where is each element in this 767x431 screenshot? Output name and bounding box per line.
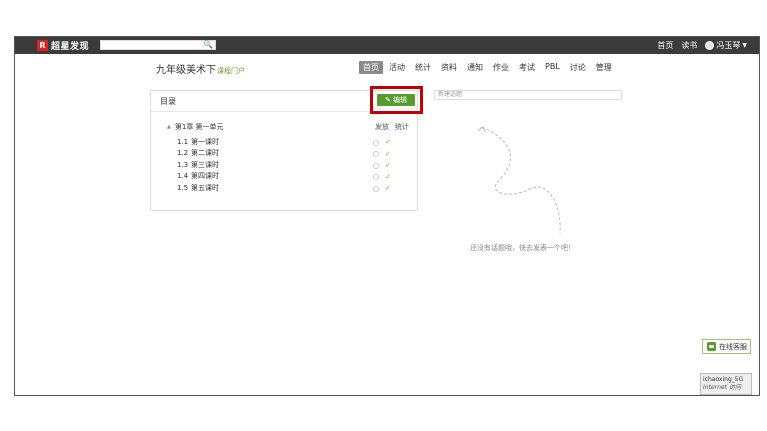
tab-exams[interactable]: 考试 — [515, 61, 539, 74]
list-item[interactable]: 1.1 第一课时 — [177, 136, 219, 148]
list-item[interactable]: 1.5 第五课时 — [177, 182, 219, 194]
tab-materials[interactable]: 资料 — [437, 61, 461, 74]
new-topic-input[interactable]: 新建话题 — [434, 90, 622, 100]
printer-icon — [707, 342, 716, 351]
logo-icon: R — [37, 40, 48, 51]
tab-manage[interactable]: 管理 — [592, 61, 616, 74]
logo-text: 超星发现 — [51, 42, 90, 52]
directory-header: 目录 ✎ 编辑 — [151, 86, 423, 114]
top-link-reading[interactable]: 读书 — [681, 40, 697, 51]
directory-title: 目录 — [160, 97, 176, 106]
course-nav: 首页 活动 统计 资料 通知 作业 考试 PBL 讨论 管理 — [359, 61, 618, 74]
directory-panel: 目录 ✎ 编辑 ▲ 第1章 第一单元 发放 统计 1.1 第一课时 1.2 第二… — [150, 86, 423, 211]
empty-topics-text: 还没有话题哦，快去发表一个吧！ — [470, 244, 575, 252]
online-service-button[interactable]: 在线客服 — [702, 339, 751, 354]
release-radio-icon[interactable] — [373, 174, 379, 180]
user-name: 冯玉琴 — [716, 41, 741, 50]
check-icon: ✓ — [385, 149, 391, 158]
tab-discussion[interactable]: 讨论 — [566, 61, 590, 74]
highlight-box — [370, 86, 423, 114]
col-stats: 统计 — [395, 123, 409, 131]
top-links: 首页 读书 冯玉琴 ▼ — [657, 40, 747, 51]
lesson-status: ✓ — [373, 149, 391, 158]
network-name: ichaoxing_5G — [703, 376, 744, 383]
lesson-title: 第五课时 — [191, 183, 219, 192]
user-menu[interactable]: 冯玉琴 ▼ — [705, 40, 747, 51]
chapter-row[interactable]: ▲ 第1章 第一单元 — [167, 122, 224, 132]
lesson-title: 第三课时 — [191, 160, 219, 169]
tab-notices[interactable]: 通知 — [463, 61, 487, 74]
lesson-status: ✓ — [373, 185, 391, 192]
tab-statistics[interactable]: 统计 — [411, 61, 435, 74]
network-status-badge: ichaoxing_5G Internet 访问 — [700, 373, 752, 395]
lesson-title: 第四课时 — [191, 172, 219, 181]
avatar — [705, 41, 715, 50]
lesson-list: 1.1 第一课时 1.2 第二课时 1.3 第三课时 1.4 第四课时 1.5 … — [177, 136, 219, 194]
lesson-title: 第一课时 — [191, 137, 219, 146]
list-item[interactable]: 1.3 第三课时 — [177, 159, 219, 171]
list-item[interactable]: 1.2 第二课时 — [177, 148, 219, 160]
lesson-status: ✓ — [373, 172, 391, 181]
top-bar: R 超星发现 🔍 首页 读书 冯玉琴 ▼ — [15, 37, 759, 54]
lesson-number: 1.5 — [177, 183, 189, 192]
chapter-title: 第1章 第一单元 — [174, 123, 224, 131]
release-radio-icon[interactable] — [373, 185, 379, 192]
search-input[interactable]: 🔍 — [100, 40, 216, 50]
course-portal-link[interactable]: 课程门户 — [217, 67, 245, 75]
check-icon: ✓ — [385, 184, 391, 192]
lesson-number: 1.2 — [177, 149, 189, 158]
tab-pbl[interactable]: PBL — [541, 61, 564, 74]
check-icon: ✓ — [385, 138, 391, 146]
lesson-number: 1.3 — [177, 160, 189, 169]
list-item[interactable]: 1.4 第四课时 — [177, 171, 219, 183]
browser-frame: R 超星发现 🔍 首页 读书 冯玉琴 ▼ 九年级美术下课程门户 首页 活动 统计… — [14, 36, 760, 396]
online-service-label: 在线客服 — [719, 342, 747, 351]
chevron-down-icon: ▼ — [742, 42, 747, 49]
release-radio-icon[interactable] — [373, 151, 379, 157]
network-access: Internet 访问 — [703, 384, 741, 391]
release-radio-icon[interactable] — [373, 139, 379, 146]
logo[interactable]: R 超星发现 — [37, 40, 90, 52]
top-link-home[interactable]: 首页 — [657, 40, 673, 51]
check-icon: ✓ — [385, 172, 391, 181]
column-headers: 发放 统计 — [375, 122, 409, 132]
tab-homework[interactable]: 作业 — [489, 61, 513, 74]
course-title: 九年级美术下课程门户 — [156, 61, 245, 76]
tab-activity[interactable]: 活动 — [385, 61, 409, 74]
course-name: 九年级美术下 — [156, 65, 216, 76]
lesson-number: 1.1 — [177, 137, 189, 146]
tab-home[interactable]: 首页 — [359, 61, 383, 74]
empty-arrow-icon — [477, 126, 561, 234]
check-icon: ✓ — [385, 161, 391, 169]
search-icon[interactable]: 🔍 — [203, 40, 213, 49]
lesson-number: 1.4 — [177, 172, 189, 181]
lesson-status: ✓ — [373, 139, 391, 146]
chevron-up-icon[interactable]: ▲ — [167, 124, 171, 130]
lesson-title: 第二课时 — [191, 149, 219, 158]
lesson-status: ✓ — [373, 162, 391, 169]
release-radio-icon[interactable] — [373, 162, 379, 169]
col-release: 发放 — [375, 123, 389, 131]
